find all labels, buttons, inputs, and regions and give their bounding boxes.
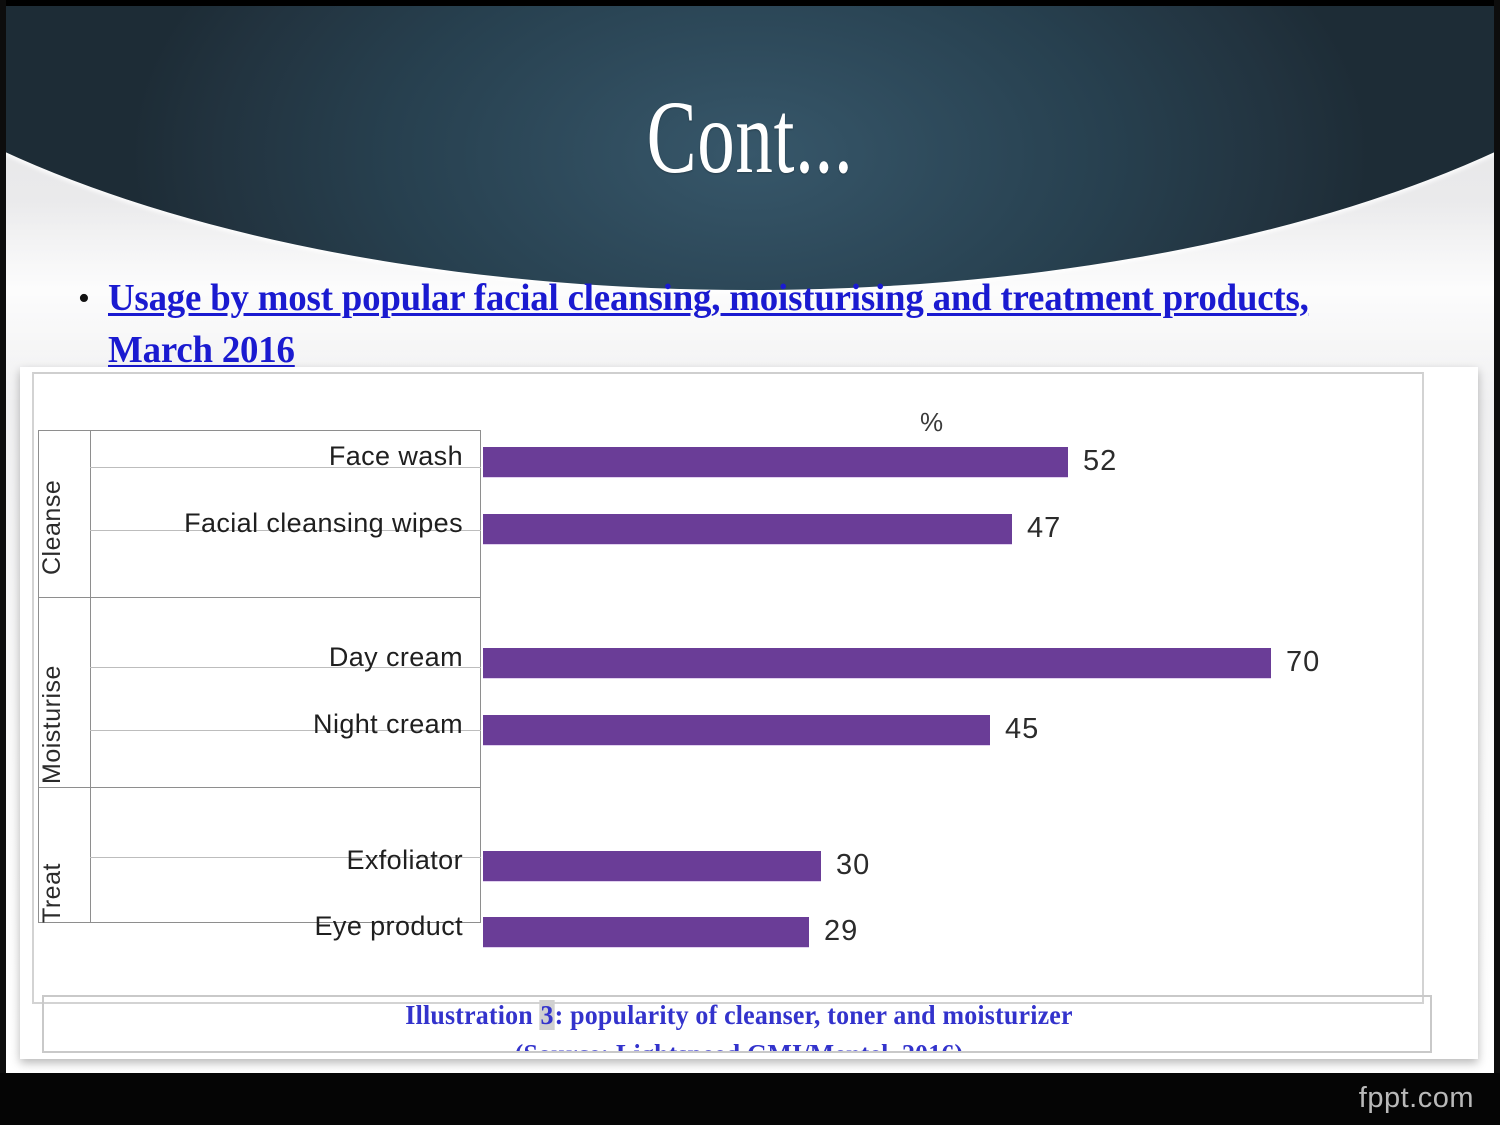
figure-source: (Source: Lightspeed GMI/Mentel, 2016) <box>72 1039 1406 1051</box>
bullet-link-text[interactable]: Usage by most popular facial cleansing, … <box>108 272 1408 376</box>
slide-frame-left <box>0 0 6 1125</box>
bar-face-wash <box>483 447 1068 477</box>
bar-value-day-cream: 70 <box>1286 646 1321 678</box>
group-divider <box>38 597 481 598</box>
bar-eye-product <box>483 917 809 947</box>
bar-facial-cleansing-wipes <box>483 514 1012 544</box>
category-label-exfoliator: Exfoliator <box>346 845 463 875</box>
caption-number: 3 <box>539 1000 555 1030</box>
bullet-item: • Usage by most popular facial cleansing… <box>78 272 1448 376</box>
slide-frame-right <box>1494 0 1500 1125</box>
caption-prefix: Illustration <box>405 1000 540 1030</box>
figure-caption: Illustration 3: popularity of cleanser, … <box>72 1000 1406 1031</box>
category-label-facial-cleansing-wipes: Facial cleansing wipes <box>184 508 463 538</box>
category-label-day-cream: Day cream <box>328 642 463 672</box>
axis-unit-label: % <box>920 407 945 437</box>
chart-panel: % Cleanse Moisturise Treat Face wash Fac… <box>20 367 1478 1059</box>
slide-frame-bottom <box>0 1073 1500 1125</box>
slide-frame-top <box>0 0 1500 6</box>
category-label-night-cream: Night cream <box>313 709 463 739</box>
caption-rest: : popularity of cleanser, toner and mois… <box>554 1000 1073 1030</box>
bar-value-eye-product: 29 <box>824 915 859 947</box>
page-title: Cont... <box>646 80 854 195</box>
category-label-eye-product: Eye product <box>314 911 463 941</box>
presentation-slide: Cont... • Usage by most popular facial c… <box>0 0 1500 1125</box>
group-divider <box>38 787 481 788</box>
bar-value-face-wash: 52 <box>1083 445 1118 477</box>
bar-night-cream <box>483 715 990 745</box>
fppt-watermark: fppt.com <box>1358 1082 1474 1114</box>
bullet-marker-icon: • <box>78 280 90 317</box>
category-label-face-wash: Face wash <box>328 441 463 471</box>
bar-value-facial-cleansing-wipes: 47 <box>1027 512 1062 544</box>
bar-day-cream <box>483 648 1271 678</box>
bar-chart: % Cleanse Moisturise Treat Face wash Fac… <box>20 367 1478 1007</box>
figure-caption-box: Illustration 3: popularity of cleanser, … <box>42 995 1432 1053</box>
bar-value-night-cream: 45 <box>1005 713 1040 745</box>
bar-exfoliator <box>483 851 821 881</box>
bar-value-exfoliator: 30 <box>836 849 871 881</box>
